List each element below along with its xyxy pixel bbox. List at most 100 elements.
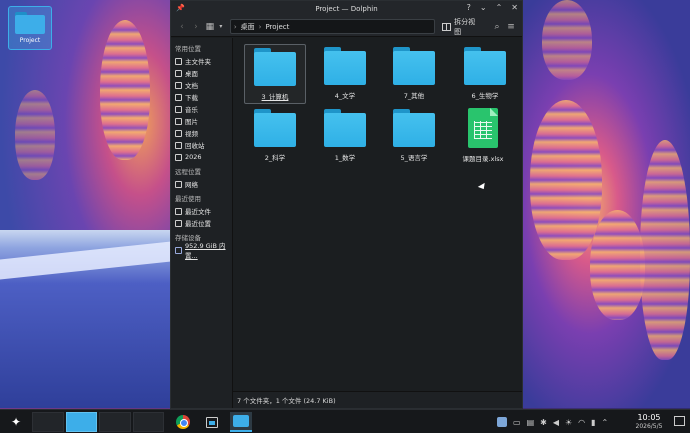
sidebar-item-music[interactable]: 音乐 xyxy=(171,103,232,115)
sidebar-item-label: 最近文件 xyxy=(185,208,211,216)
sidebar-item-label: 952.9 GiB 内置... xyxy=(185,242,226,260)
system-tray: ▭ ▤ ✱ ◀ ☀ ◠ ▮ ⌃ xyxy=(497,414,608,430)
folder-icon xyxy=(464,47,506,85)
file-name: 2_科学 xyxy=(264,154,286,162)
file-item-folder[interactable]: 5_语言学 xyxy=(383,106,445,164)
titlebar[interactable]: 📌 Project — Dolphin ? ⌄ ⌃ ✕ xyxy=(171,1,522,17)
home-icon xyxy=(175,57,182,65)
split-view-button[interactable]: 拆分视图 xyxy=(442,17,482,37)
file-item-folder[interactable]: 3_计算机 xyxy=(244,44,306,104)
tray-expand-icon[interactable]: ⌃ xyxy=(602,418,609,427)
show-desktop-button[interactable] xyxy=(674,416,685,426)
file-item-folder[interactable]: 7_其他 xyxy=(383,44,445,102)
sidebar-item-label: 图片 xyxy=(185,118,198,126)
search-icon[interactable]: ⌕ xyxy=(490,22,504,32)
sidebar-item-internal-drive[interactable]: 952.9 GiB 内置... xyxy=(171,242,232,260)
sidebar-item-2026[interactable]: 2026 xyxy=(171,151,232,163)
sidebar-heading: 常用位置 xyxy=(175,45,201,53)
window-title: Project — Dolphin xyxy=(315,5,378,13)
dolphin-icon xyxy=(233,415,249,427)
wallpaper-cone xyxy=(640,140,690,360)
dolphin-window: 📌 Project — Dolphin ? ⌄ ⌃ ✕ ‹ › ▦ ▾ › 桌面… xyxy=(170,0,523,409)
task-store[interactable] xyxy=(201,412,223,432)
breadcrumb[interactable]: › 桌面 › Project xyxy=(229,19,436,34)
video-icon xyxy=(175,129,182,137)
sidebar-item-label: 视频 xyxy=(185,130,198,138)
clock-date: 2026/5/5 xyxy=(635,423,663,430)
task-chrome[interactable] xyxy=(172,412,194,432)
wallpaper-right xyxy=(522,0,690,408)
storage-icon[interactable]: ▭ xyxy=(513,418,521,427)
sidebar-item-label: 回收站 xyxy=(185,142,205,150)
breadcrumb-item[interactable]: Project xyxy=(265,23,289,31)
spreadsheet-icon xyxy=(468,108,498,148)
volume-icon[interactable]: ◀ xyxy=(553,418,559,427)
clipboard-icon[interactable]: ▤ xyxy=(527,418,535,427)
sidebar-item-trash[interactable]: 回收站 xyxy=(171,139,232,151)
minimize-icon[interactable]: ⌄ xyxy=(480,3,487,12)
folder-icon xyxy=(393,47,435,85)
user-icon[interactable] xyxy=(497,417,507,427)
desktop-icon-project[interactable]: Project xyxy=(8,6,52,50)
brightness-icon[interactable]: ☀ xyxy=(565,418,572,427)
sidebar-item-recent-files[interactable]: 最近文件 xyxy=(171,205,232,217)
sidebar-item-label: 下载 xyxy=(185,94,198,102)
battery-icon[interactable]: ▮ xyxy=(591,418,595,427)
split-view-icon xyxy=(442,22,452,31)
folder-icon xyxy=(254,109,296,147)
view-menu-chevron-icon[interactable]: ▾ xyxy=(217,23,225,30)
wallpaper-cone xyxy=(542,0,592,80)
sidebar-item-label: 主文件夹 xyxy=(185,58,211,66)
chevron-right-icon: › xyxy=(258,22,262,31)
maximize-icon[interactable]: ⌃ xyxy=(496,3,503,12)
wifi-icon[interactable]: ◠ xyxy=(578,418,585,427)
wallpaper-cone xyxy=(530,100,602,260)
sidebar-item-pictures[interactable]: 图片 xyxy=(171,115,232,127)
clock[interactable]: 10:05 2026/5/5 xyxy=(630,413,668,431)
sidebar-item-desktop[interactable]: 桌面 xyxy=(171,67,232,79)
pin-icon[interactable]: 📌 xyxy=(176,4,185,12)
close-icon[interactable]: ✕ xyxy=(511,3,518,12)
sidebar-item-downloads[interactable]: 下载 xyxy=(171,91,232,103)
sidebar-item-videos[interactable]: 视频 xyxy=(171,127,232,139)
forward-icon[interactable]: › xyxy=(189,22,203,32)
sidebar-item-network[interactable]: 网络 xyxy=(171,178,232,190)
wallpaper-cone xyxy=(590,210,645,320)
file-item-folder[interactable]: 4_文学 xyxy=(314,44,376,102)
app-launcher-icon[interactable]: ✦ xyxy=(8,414,24,430)
file-item-folder[interactable]: 1_数学 xyxy=(314,106,376,164)
download-icon xyxy=(175,93,182,101)
menu-icon[interactable]: ≡ xyxy=(504,22,518,32)
sidebar-item-home[interactable]: 主文件夹 xyxy=(171,55,232,67)
chrome-icon xyxy=(176,415,190,429)
mouse-cursor-icon xyxy=(477,182,488,192)
file-view[interactable]: 3_计算机 4_文学 7_其他 6_生物学 2_科学 1_数学 5_语言学 课题… xyxy=(233,38,522,408)
sidebar-item-label: 最近位置 xyxy=(185,220,211,228)
help-icon[interactable]: ? xyxy=(467,3,471,12)
file-item-folder[interactable]: 2_科学 xyxy=(244,106,306,164)
sidebar-item-label: 文档 xyxy=(185,82,198,90)
view-mode-icon[interactable]: ▦ xyxy=(203,22,217,32)
pager-desktop[interactable] xyxy=(99,412,131,432)
pager-desktop[interactable] xyxy=(132,412,164,432)
sidebar-item-documents[interactable]: 文档 xyxy=(171,79,232,91)
file-name: 4_文学 xyxy=(334,92,356,100)
sidebar-heading: 远程位置 xyxy=(175,168,201,176)
pager-desktop-active[interactable] xyxy=(65,412,97,432)
sidebar-item-label: 音乐 xyxy=(185,106,198,114)
file-item-spreadsheet[interactable]: 课题目录.xlsx xyxy=(452,106,514,165)
file-item-folder[interactable]: 6_生物学 xyxy=(454,44,516,102)
task-dolphin[interactable] xyxy=(230,412,252,432)
folder-icon xyxy=(393,109,435,147)
breadcrumb-item[interactable]: 桌面 xyxy=(241,22,255,32)
folder-icon xyxy=(254,48,296,86)
pager-desktop[interactable] xyxy=(32,412,64,432)
folder-icon xyxy=(324,109,366,147)
back-icon[interactable]: ‹ xyxy=(175,22,189,32)
recent-files-icon xyxy=(175,207,182,215)
sidebar-heading: 最近使用 xyxy=(175,195,201,203)
chevron-right-icon: › xyxy=(233,22,237,31)
folder-icon xyxy=(324,47,366,85)
sidebar-item-recent-locations[interactable]: 最近位置 xyxy=(171,217,232,229)
bluetooth-icon[interactable]: ✱ xyxy=(540,418,547,427)
